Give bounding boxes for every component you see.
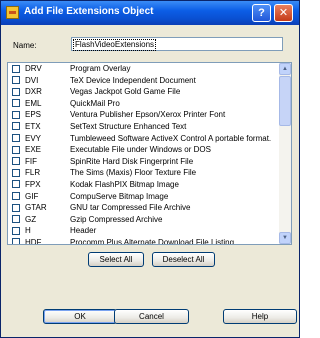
extension-description: Tumbleweed Software ActiveX Control A po… [70,133,272,143]
extension-checkbox[interactable] [12,215,20,224]
extension-description: Ventura Publisher Epson/Xerox Printer Fo… [70,110,226,120]
extension-code: GIF [25,191,39,201]
extension-description: CompuServe Bitmap Image [70,191,169,201]
app-icon [6,6,19,19]
list-item[interactable]: FIF SpinRite Hard Disk Fingerprint File [8,156,291,168]
list-item[interactable]: EPS Ventura Publisher Epson/Xerox Printer… [8,109,291,121]
ok-button[interactable]: OK [43,309,117,324]
extension-code: EML [25,98,42,108]
list-item[interactable]: EVY Tumbleweed Software ActiveX Control A… [8,133,291,145]
extension-code: GTAR [25,203,47,213]
list-item[interactable]: DVI TeX Device Independent Document [8,75,291,87]
list-item[interactable]: ETX SetText Structure Enhanced Text [8,121,291,133]
extension-checkbox[interactable] [12,145,20,154]
extension-description: GNU tar Compressed File Archive [70,203,191,213]
extension-description: Kodak FlashPIX Bitmap Image [70,179,179,189]
extension-description: Procomm Plus Alternate Download File Lis… [70,237,235,245]
list-item[interactable]: H Header [8,225,291,237]
name-label: Name: [13,41,37,50]
extension-checkbox[interactable] [12,134,20,143]
scroll-thumb[interactable] [279,76,291,126]
title-bar[interactable]: Add File Extensions Object ? ✕ [1,1,299,25]
extension-code: H [25,226,31,236]
extension-code: DXR [25,87,42,97]
cancel-button[interactable]: Cancel [114,309,189,324]
extension-checkbox[interactable] [12,192,20,201]
extension-description: SetText Structure Enhanced Text [70,121,187,131]
list-item[interactable]: FPX Kodak FlashPIX Bitmap Image [8,179,291,191]
extension-code: FLR [25,168,41,178]
list-item[interactable]: GZ Gzip Compressed Archive [8,214,291,226]
select-all-button[interactable]: Select All [88,252,144,267]
extension-code: FIF [25,156,37,166]
extension-code: GZ [25,214,37,224]
list-item[interactable]: GTAR GNU tar Compressed File Archive [8,202,291,214]
extension-checkbox[interactable] [12,87,20,96]
extension-checkbox[interactable] [12,99,20,108]
extension-description: Vegas Jackpot Gold Game File [70,87,181,97]
scroll-up-button[interactable]: ▲ [279,63,291,75]
extension-description: Header [70,226,97,236]
extension-checkbox[interactable] [12,64,20,73]
extension-code: DRV [25,64,42,73]
extension-checkbox[interactable] [12,168,20,177]
deselect-all-button[interactable]: Deselect All [152,252,215,267]
extension-code: HDF [25,237,42,245]
extension-checkbox[interactable] [12,226,20,235]
scroll-down-button[interactable]: ▼ [279,232,291,244]
title-close-button[interactable]: ✕ [274,4,293,22]
list-item[interactable]: GIF CompuServe Bitmap Image [8,191,291,203]
name-input-value: FlashVideoExtensions [73,39,157,51]
list-item[interactable]: HDF Procomm Plus Alternate Download File … [8,237,291,245]
name-input[interactable]: FlashVideoExtensions [71,37,283,51]
extension-description: The Sims (Maxis) Floor Texture File [70,168,197,178]
list-item[interactable]: EML QuickMail Pro [8,98,291,110]
extension-checkbox[interactable] [12,203,20,212]
extension-code: EPS [25,110,42,120]
extension-checkbox[interactable] [12,76,20,85]
extension-description: QuickMail Pro [70,98,120,108]
extension-description: Program Overlay [70,64,131,73]
extension-description: Executable File under Windows or DOS [70,145,211,155]
extension-code: FPX [25,179,41,189]
list-scrollbar[interactable]: ▲ ▼ [279,63,291,244]
extension-checkbox[interactable] [12,180,20,189]
list-item[interactable]: DXR Vegas Jackpot Gold Game File [8,86,291,98]
extension-description: Gzip Compressed Archive [70,214,163,224]
extension-checkbox[interactable] [12,110,20,119]
dialog-window: Add File Extensions Object ? ✕ Name: Fla… [0,0,300,338]
extension-description: SpinRite Hard Disk Fingerprint File [70,156,194,166]
list-item[interactable]: EXE Executable File under Windows or DOS [8,144,291,156]
extension-checkbox[interactable] [12,122,20,131]
extension-code: EXE [25,145,42,155]
extension-code: ETX [25,121,41,131]
extension-checkbox[interactable] [12,238,20,244]
help-button[interactable]: Help [223,309,297,324]
extension-code: EVY [25,133,42,143]
extensions-list[interactable]: DRV Program Overlay DVI TeX Device Independ… [7,62,292,245]
list-item[interactable]: DRV Program Overlay [8,63,291,75]
extension-description: TeX Device Independent Document [70,75,196,85]
extension-checkbox[interactable] [12,157,20,166]
extension-code: DVI [25,75,39,85]
extensions-list-rows: DRV Program Overlay DVI TeX Device Independ… [8,63,291,245]
title-help-button[interactable]: ? [252,4,271,22]
list-item[interactable]: FLR The Sims (Maxis) Floor Texture File [8,167,291,179]
window-title: Add File Extensions Object [24,6,154,17]
